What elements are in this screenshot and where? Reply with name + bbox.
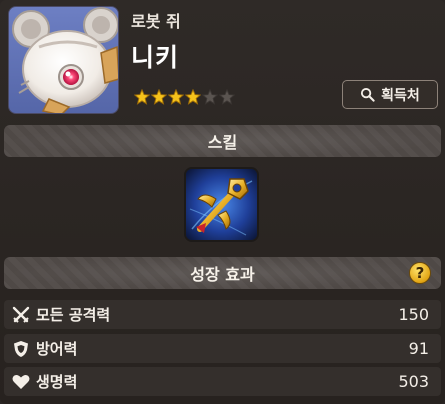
stat-row-health: 생명력 503 xyxy=(4,367,441,396)
star-filled-icon xyxy=(134,89,150,105)
stat-value: 91 xyxy=(408,339,429,358)
robot-mouse-image xyxy=(12,7,118,113)
skill-section-header: 스킬 xyxy=(4,125,441,157)
star-filled-icon xyxy=(151,89,167,105)
stat-label: 모든 공격력 xyxy=(36,306,111,324)
cookie-name: 니키 xyxy=(131,43,180,72)
stat-label: 방어력 xyxy=(36,340,78,358)
acquire-button-label: 획득처 xyxy=(381,87,420,104)
stat-value: 503 xyxy=(398,372,429,391)
star-filled-icon xyxy=(185,89,201,105)
stat-row-defense: 방어력 91 xyxy=(4,334,441,363)
cookie-subtitle: 로봇 쥐 xyxy=(131,12,181,31)
cookie-portrait xyxy=(8,6,119,114)
stat-row-attack: 모든 공격력 150 xyxy=(4,300,441,329)
heart-icon xyxy=(6,374,36,390)
star-empty-icon xyxy=(219,89,235,105)
acquire-button[interactable]: 획득처 xyxy=(342,80,438,109)
crossed-swords-icon xyxy=(6,306,36,324)
help-icon[interactable]: ? xyxy=(409,262,431,284)
stat-label: 생명력 xyxy=(36,373,78,391)
shield-icon xyxy=(6,340,36,358)
growth-section-header: 성장 효과 ? xyxy=(4,257,441,289)
star-rating xyxy=(134,87,235,107)
growth-section-title: 성장 효과 xyxy=(190,265,255,284)
skill-section-title: 스킬 xyxy=(207,133,238,152)
golden-key-skill-icon xyxy=(186,169,257,240)
stat-value: 150 xyxy=(398,305,429,324)
star-empty-icon xyxy=(202,89,218,105)
search-icon xyxy=(361,87,375,102)
cookie-detail-panel: 로봇 쥐 니키 획득처 스킬 성장 효과 ? 모든 공격력 150 방어력 91… xyxy=(0,0,445,404)
star-filled-icon xyxy=(168,89,184,105)
skill-icon-button[interactable] xyxy=(184,167,259,242)
